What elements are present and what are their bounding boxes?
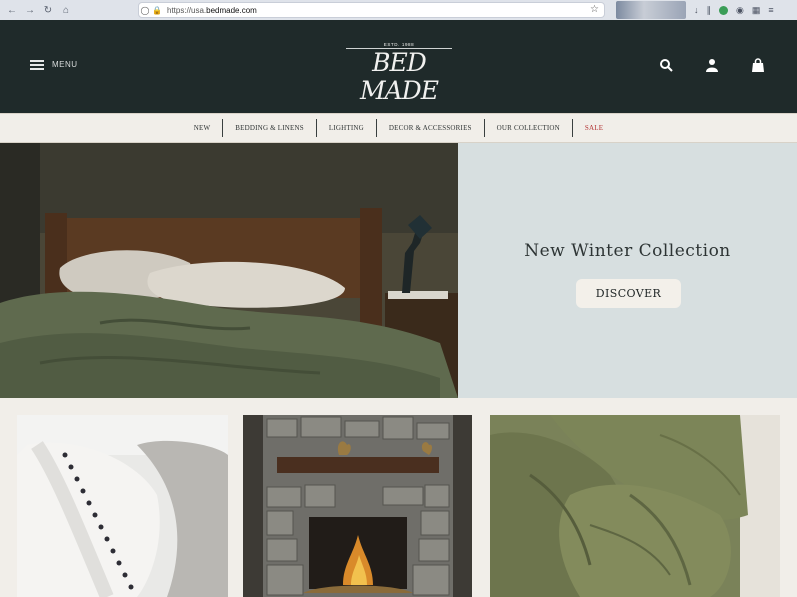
nav-new[interactable]: NEW [182,119,223,137]
nav-bedding-linens[interactable]: BEDDING & LINENS [223,119,316,137]
home-icon[interactable]: ⌂ [60,4,72,16]
hero-panel: New Winter Collection DISCOVER [458,143,797,398]
nav-our-collection[interactable]: OUR COLLECTION [485,119,572,137]
site-logo[interactable]: ESTD. 1988 BED MADE [336,42,462,105]
extension-icon[interactable] [719,5,728,15]
cart-bag-icon[interactable] [751,58,765,72]
category-tiles [0,398,797,597]
url-text: https://usa.bedmade.com [167,5,257,15]
lock-icon: 🔒 [152,5,162,15]
download-icon[interactable]: ↓ [694,5,699,15]
header-actions [659,58,765,72]
hero-banner: New Winter Collection DISCOVER [0,143,797,398]
shield-icon: ◯ [140,5,150,15]
menu-button[interactable]: MENU [30,60,78,70]
browser-extensions: ↓ ∥ ◉ ▦ ≡ [610,0,797,20]
account-icon[interactable]: ◉ [736,5,744,16]
tile-fireplace[interactable] [243,415,472,597]
browser-toolbar: ← → ↻ ⌂ ◯ 🔒 https://usa.bedmade.com ☆ ↓ … [0,0,797,20]
extension-thumbnail[interactable] [616,1,686,19]
hero-title: New Winter Collection [524,241,731,261]
hamburger-icon [30,60,44,70]
account-icon[interactable] [705,58,719,72]
puzzle-icon[interactable]: ▦ [752,5,761,16]
logo-name: BED MADE [360,48,439,105]
search-icon[interactable] [659,58,673,72]
browser-menu-icon[interactable]: ≡ [768,5,773,15]
site-header: MENU ESTD. 1988 BED MADE [0,20,797,113]
hero-bedroom-image[interactable] [0,143,458,398]
tile-bedding[interactable] [490,415,780,597]
bookmark-star-icon[interactable]: ☆ [590,4,599,15]
nav-lighting[interactable]: LIGHTING [317,119,376,137]
discover-button[interactable]: DISCOVER [576,279,681,308]
nav-decor-accessories[interactable]: DECOR & ACCESSORIES [377,119,484,137]
library-icon[interactable]: ∥ [707,5,712,16]
menu-label: MENU [52,60,78,69]
address-bar[interactable]: ◯ 🔒 https://usa.bedmade.com ☆ [138,2,605,18]
tile-pillows[interactable] [17,415,228,597]
reload-icon[interactable]: ↻ [42,4,54,16]
forward-icon[interactable]: → [24,4,36,16]
category-nav: NEW BEDDING & LINENS LIGHTING DECOR & AC… [0,113,797,143]
nav-sale[interactable]: SALE [573,119,615,137]
back-icon[interactable]: ← [6,4,18,16]
browser-nav: ← → ↻ ⌂ [0,4,140,16]
